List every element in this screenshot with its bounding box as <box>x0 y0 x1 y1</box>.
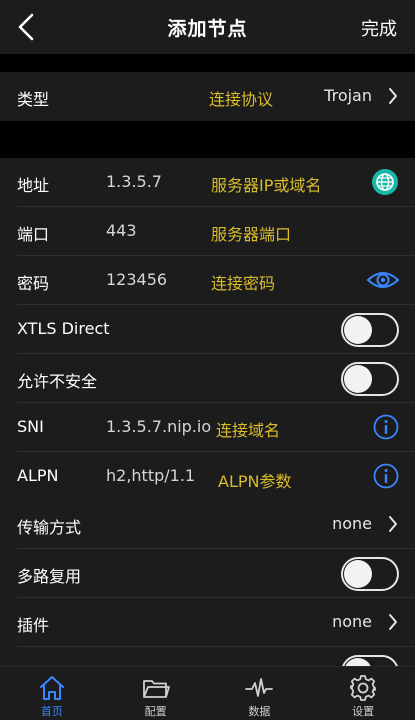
password-hint: 连接密码 <box>211 274 276 293</box>
port-value[interactable]: 443 <box>106 221 137 240</box>
xtls-direct-toggle[interactable] <box>341 313 399 347</box>
multiplex-label: 多路复用 <box>17 567 82 586</box>
port-label: 端口 <box>17 225 50 244</box>
address-label: 地址 <box>17 176 50 195</box>
tab-home[interactable]: 首页 <box>0 667 104 720</box>
tab-settings-label: 设置 <box>352 705 375 718</box>
transport-value: none <box>332 514 372 533</box>
eye-icon[interactable] <box>366 268 400 292</box>
plugin-label: 插件 <box>17 616 50 635</box>
alpn-row[interactable]: ALPN h2,http/1.1 ALPN参数 <box>0 452 415 501</box>
tab-bar: 首页 配置 数据 设置 <box>0 666 415 720</box>
xtls-direct-label: XTLS Direct <box>17 319 110 338</box>
page-title: 添加节点 <box>167 18 248 40</box>
done-button[interactable]: 完成 <box>361 15 397 41</box>
info-icon[interactable] <box>373 414 399 440</box>
alpn-label: ALPN <box>17 466 59 485</box>
sni-value[interactable]: 1.3.5.7.nip.io <box>106 417 211 436</box>
allow-insecure-label: 允许不安全 <box>17 372 98 391</box>
transport-label: 传输方式 <box>17 518 82 537</box>
sni-label: SNI <box>17 417 44 436</box>
section-gap <box>0 54 415 72</box>
alpn-hint: ALPN参数 <box>218 472 292 491</box>
section-gap <box>0 121 415 158</box>
type-hint: 连接协议 <box>209 90 274 109</box>
address-row[interactable]: 地址 1.3.5.7 服务器IP或域名 <box>0 158 415 207</box>
navigation-bar: 添加节点 完成 <box>0 0 415 54</box>
pulse-icon <box>245 678 274 697</box>
xtls-direct-row: XTLS Direct <box>0 305 415 354</box>
tab-config-label: 配置 <box>144 705 167 718</box>
multiplex-row: 多路复用 <box>0 549 415 598</box>
password-row[interactable]: 密码 123456 连接密码 <box>0 256 415 305</box>
chevron-right-icon <box>389 88 397 104</box>
chevron-right-icon <box>389 516 397 532</box>
tab-data-label: 数据 <box>248 705 271 718</box>
password-value[interactable]: 123456 <box>106 270 167 289</box>
type-label: 类型 <box>17 90 50 109</box>
gear-icon <box>350 675 377 701</box>
globe-icon[interactable] <box>371 168 399 196</box>
folder-icon <box>142 680 170 698</box>
tab-settings[interactable]: 设置 <box>311 667 415 720</box>
sni-hint: 连接域名 <box>216 421 281 440</box>
port-row[interactable]: 端口 443 服务器端口 <box>0 207 415 256</box>
port-hint: 服务器端口 <box>211 225 292 244</box>
tab-data[interactable]: 数据 <box>208 667 312 720</box>
chevron-right-icon <box>389 614 397 630</box>
sni-row[interactable]: SNI 1.3.5.7.nip.io 连接域名 <box>0 403 415 452</box>
type-row[interactable]: 类型 连接协议 Trojan <box>0 72 415 121</box>
info-icon[interactable] <box>373 463 399 489</box>
alpn-value[interactable]: h2,http/1.1 <box>106 466 195 485</box>
plugin-value: none <box>332 612 372 631</box>
multiplex-toggle[interactable] <box>341 557 399 591</box>
transport-row[interactable]: 传输方式 none <box>0 500 415 549</box>
password-label: 密码 <box>17 274 50 293</box>
tab-config[interactable]: 配置 <box>104 667 208 720</box>
type-value: Trojan <box>324 86 372 105</box>
allow-insecure-toggle[interactable] <box>341 362 399 396</box>
address-hint: 服务器IP或域名 <box>211 176 322 195</box>
plugin-row[interactable]: 插件 none <box>0 598 415 647</box>
tab-home-label: 首页 <box>40 705 63 718</box>
address-value[interactable]: 1.3.5.7 <box>106 172 162 191</box>
home-icon <box>39 676 64 700</box>
allow-insecure-row: 允许不安全 <box>0 354 415 403</box>
